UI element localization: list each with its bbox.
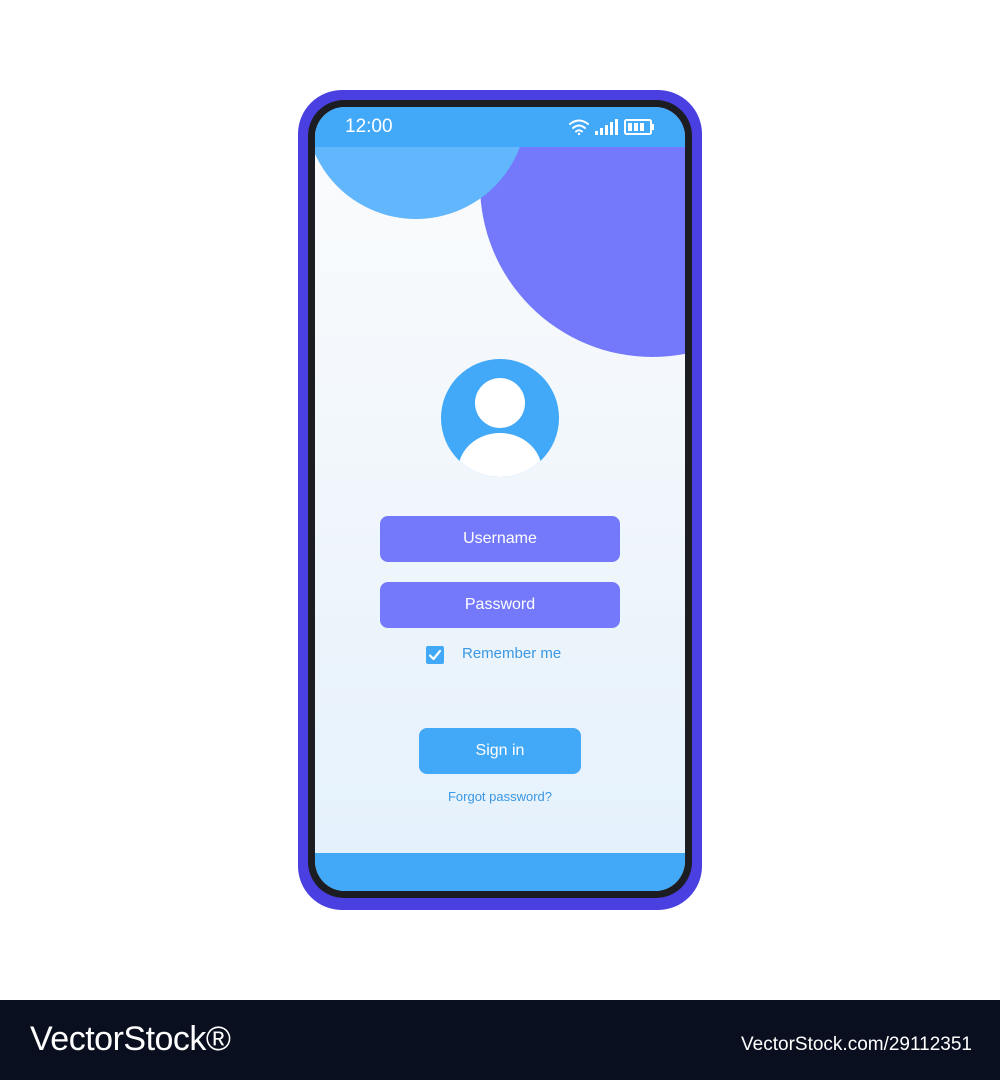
wifi-icon: [569, 119, 589, 136]
signal-icon: [595, 119, 618, 135]
watermark-footer: VectorStock® VectorStock.com/29112351: [0, 1000, 1000, 1080]
sign-in-button[interactable]: Sign in: [419, 728, 581, 774]
phone-screen: 12:00 Username Password Remember me Sign…: [315, 107, 685, 891]
watermark-brand: VectorStock®: [30, 1020, 231, 1058]
battery-icon: [624, 119, 654, 135]
username-input[interactable]: Username: [380, 516, 620, 562]
bottom-nav-bar: [315, 853, 685, 891]
password-input[interactable]: Password: [380, 582, 620, 628]
forgot-password-link[interactable]: Forgot password?: [315, 789, 685, 804]
status-icons: [569, 118, 655, 136]
remember-me-label[interactable]: Remember me: [462, 645, 561, 662]
status-time: 12:00: [345, 116, 393, 137]
remember-me-checkbox[interactable]: [426, 646, 444, 664]
user-avatar-icon: [441, 359, 559, 477]
status-bar: 12:00: [315, 107, 685, 147]
checkmark-icon: [428, 649, 442, 661]
watermark-id: VectorStock.com/29112351: [741, 1034, 972, 1055]
